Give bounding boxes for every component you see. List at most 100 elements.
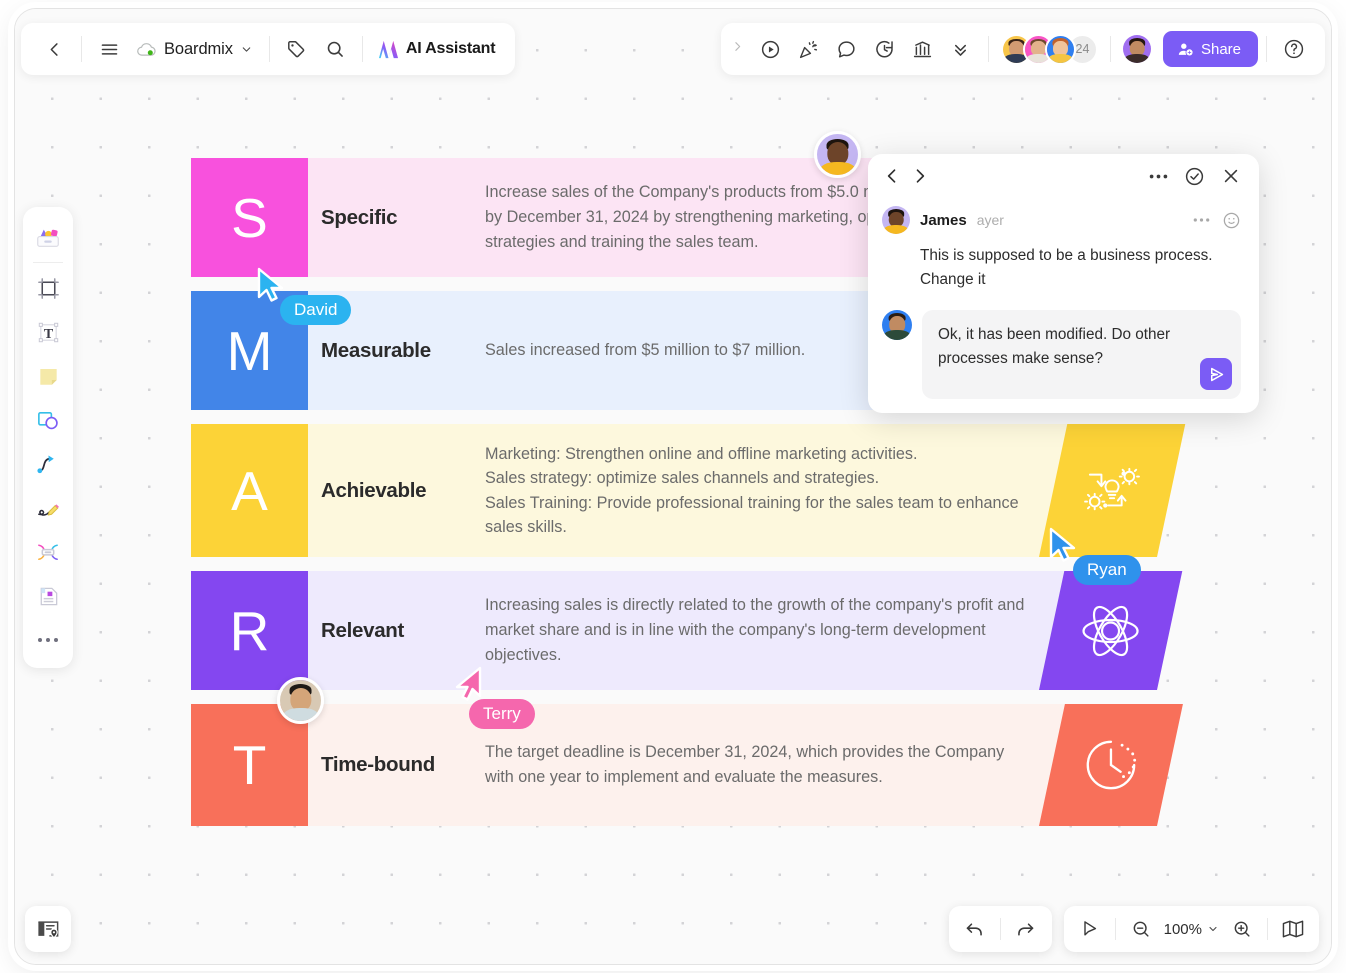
- document-title: Boardmix: [164, 39, 233, 58]
- sidebar-item-document[interactable]: [28, 574, 68, 618]
- ai-sparkle-logo-icon: [377, 39, 400, 60]
- sidebar-item-pen[interactable]: [28, 486, 68, 530]
- app-window: Boardmix AI Assistant 24 Share T S Speci…: [14, 8, 1332, 965]
- cursor-label-terry: Terry: [469, 699, 535, 729]
- document-title-dropdown[interactable]: Boardmix: [128, 30, 261, 68]
- divider: [987, 36, 989, 62]
- comment-panel-header: [868, 154, 1259, 198]
- back-button[interactable]: [35, 30, 73, 68]
- top-right-toolbar: 24 Share: [720, 23, 1325, 75]
- connector-icon: [35, 452, 61, 477]
- canvas-user-avatar-terry[interactable]: [277, 677, 324, 724]
- ai-assistant-button[interactable]: AI Assistant: [371, 30, 501, 68]
- avatar-james[interactable]: [882, 206, 910, 234]
- comment-timestamp: ayer: [976, 212, 1004, 228]
- ai-assistant-label: AI Assistant: [405, 40, 496, 57]
- comment-reply: Ok, it has been modified. Do other proce…: [868, 292, 1259, 399]
- comment-author: James: [920, 211, 967, 229]
- comment-panel-actions: [1149, 166, 1241, 187]
- comment-message-header: James ayer: [882, 206, 1241, 234]
- share-button[interactable]: Share: [1162, 31, 1258, 67]
- templates-icon: [34, 224, 62, 251]
- row-letter: T: [191, 704, 308, 826]
- share-label: Share: [1200, 40, 1241, 58]
- chevron-down-icon: [1207, 923, 1219, 935]
- left-tool-rail: T: [23, 207, 73, 668]
- row-title: Time-bound: [321, 753, 435, 776]
- sticky-note-icon: [36, 364, 61, 389]
- search-icon[interactable]: [316, 30, 354, 68]
- divider: [1266, 36, 1267, 62]
- zoom-level-dropdown[interactable]: 100%: [1161, 921, 1222, 938]
- chevron-down-icon: [240, 43, 253, 56]
- timer-icon[interactable]: [866, 30, 904, 68]
- comment-nav: [882, 166, 930, 186]
- comment-message: James ayer This is supposed to be a busi…: [868, 198, 1259, 292]
- avatar[interactable]: [1044, 33, 1076, 65]
- resolve-check-circle-icon[interactable]: [1184, 166, 1205, 187]
- smart-row-achievable[interactable]: A Achievable Marketing: Strengthen onlin…: [191, 424, 1186, 557]
- sidebar-item-more[interactable]: [28, 618, 68, 662]
- tag-icon[interactable]: [278, 30, 316, 68]
- current-user-avatar[interactable]: [1120, 33, 1153, 65]
- reply-text: Ok, it has been modified. Do other proce…: [938, 326, 1171, 367]
- sidebar-item-sticky-note[interactable]: [28, 354, 68, 398]
- reply-input[interactable]: Ok, it has been modified. Do other proce…: [922, 310, 1241, 399]
- divider: [33, 262, 63, 263]
- shapes-icon: [35, 408, 61, 433]
- divider: [1267, 918, 1268, 940]
- canvas-user-avatar-james[interactable]: [814, 131, 861, 178]
- comment-message-actions: [1193, 211, 1241, 230]
- divider: [268, 36, 270, 62]
- divider: [81, 36, 82, 62]
- bar-chart-icon[interactable]: [904, 30, 942, 68]
- comment-panel: James ayer This is supposed to be a busi…: [868, 154, 1259, 413]
- smart-row-time-bound[interactable]: T Time-bound The target deadline is Dece…: [191, 704, 1183, 826]
- emoji-smiley-icon[interactable]: [1222, 211, 1241, 230]
- row-title: Achievable: [321, 478, 427, 502]
- cursor-ryan: Ryan: [1048, 527, 1141, 585]
- zoom-level-value: 100%: [1163, 920, 1202, 938]
- close-icon[interactable]: [1221, 166, 1241, 186]
- select-tool-button[interactable]: [1070, 910, 1110, 948]
- sidebar-item-connector[interactable]: [28, 442, 68, 486]
- sidebar-item-text[interactable]: T: [28, 310, 68, 354]
- row-letter: A: [191, 424, 308, 557]
- play-present-icon[interactable]: [752, 30, 790, 68]
- double-chevron-down-icon[interactable]: [942, 30, 980, 68]
- cursor-david: David: [256, 267, 352, 325]
- avatar-reply-author[interactable]: [882, 310, 912, 340]
- help-circle-icon[interactable]: [1275, 30, 1313, 68]
- collaborator-avatars: 24: [997, 33, 1102, 65]
- more-icon: [37, 636, 59, 644]
- message-more-icon[interactable]: [1193, 217, 1210, 223]
- minimap-button[interactable]: [1273, 910, 1313, 948]
- zoom-in-button[interactable]: [1222, 910, 1262, 948]
- pen-icon: [35, 496, 61, 521]
- redo-button[interactable]: [1006, 910, 1046, 948]
- sidebar-item-frame[interactable]: [28, 266, 68, 310]
- send-button[interactable]: [1200, 358, 1232, 390]
- more-horizontal-icon[interactable]: [1149, 173, 1168, 180]
- cloud-saved-icon: [136, 41, 157, 58]
- prev-comment-icon[interactable]: [882, 166, 902, 186]
- party-popper-icon[interactable]: [790, 30, 828, 68]
- comment-bubble-icon[interactable]: [828, 30, 866, 68]
- presentation-mode-button[interactable]: [25, 906, 71, 952]
- divider: [361, 36, 363, 62]
- frame-icon: [36, 276, 61, 301]
- mindmap-icon: [35, 540, 61, 565]
- hamburger-menu-icon[interactable]: [90, 30, 128, 68]
- zoom-out-button[interactable]: [1121, 910, 1161, 948]
- sidebar-item-shapes[interactable]: [28, 398, 68, 442]
- svg-text:T: T: [43, 326, 53, 341]
- undo-button[interactable]: [955, 910, 995, 948]
- expand-toolbar-icon[interactable]: [727, 38, 752, 60]
- cursor-label-ryan: Ryan: [1073, 555, 1141, 585]
- cursor-label-david: David: [280, 295, 352, 325]
- divider: [1109, 36, 1111, 62]
- smart-row-relevant[interactable]: R Relevant Increasing sales is directly …: [191, 571, 1183, 690]
- sidebar-item-templates[interactable]: [28, 215, 68, 259]
- sidebar-item-mindmap[interactable]: [28, 530, 68, 574]
- next-comment-icon[interactable]: [910, 166, 930, 186]
